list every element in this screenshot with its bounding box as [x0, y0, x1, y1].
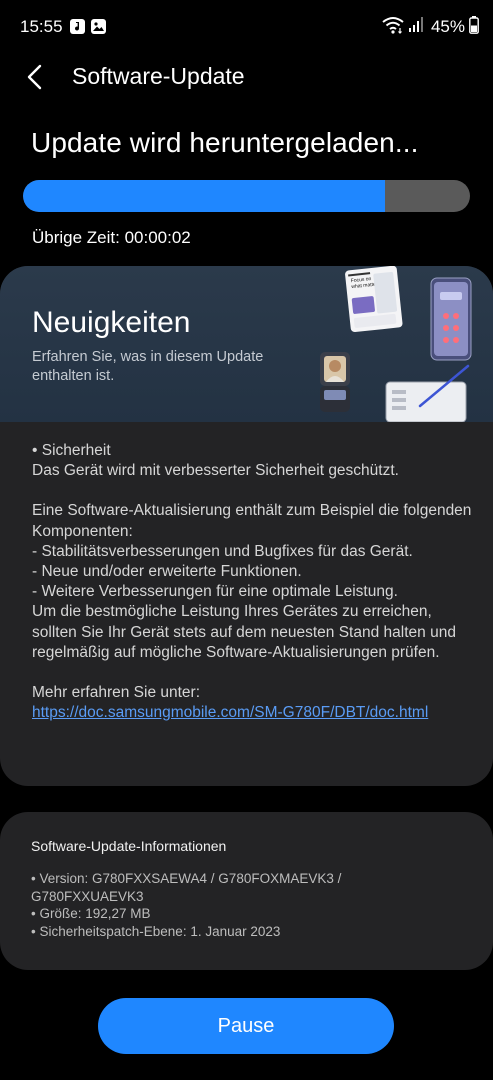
news-security-text: Das Gerät wird mit verbesserter Sicherhe… [32, 462, 399, 480]
back-button[interactable] [22, 60, 52, 94]
news-component-improvements: - Weitere Verbesserungen für eine optima… [32, 583, 398, 601]
news-subtitle: Erfahren Sie, was in diesem Update entha… [32, 349, 264, 384]
update-info-version: • Version: G780FXXSAEWA4 / G780FOXMAEVK3… [31, 871, 342, 904]
news-recommendation: Um die bestmögliche Leistung Ihres Gerät… [32, 603, 456, 661]
back-arrow-icon[interactable] [22, 60, 52, 94]
download-progress-fill [23, 180, 386, 212]
news-component-features: - Neue und/oder erweiterte Funktionen. [32, 563, 302, 581]
status-time: 15:55 [20, 17, 63, 36]
news-documentation-link[interactable]: https://doc.samsungmobile.com/SM-G780F/D… [32, 704, 428, 721]
news-banner: Neuigkeiten Erfahren Sie, was in diesem … [0, 266, 493, 422]
music-notification-icon [70, 19, 85, 34]
news-component-stability: - Stabilitätsverbesserungen und Bugfixes… [32, 542, 413, 560]
news-card: Neuigkeiten Erfahren Sie, was in diesem … [0, 266, 493, 786]
status-bar: 15:55 45% [0, 0, 493, 56]
battery-percentage: 45% [430, 17, 465, 36]
download-progress-bar [23, 180, 470, 212]
news-security-heading: • Sicherheit [32, 442, 111, 459]
wifi-icon [381, 15, 405, 40]
signal-icon [408, 16, 423, 38]
news-body: • Sicherheit Das Gerät wird mit verbesse… [32, 441, 472, 723]
page-title: Software-Update [72, 63, 245, 89]
news-more-info: Mehr erfahren Sie unter: [32, 684, 201, 702]
devices-illustration: Focus on what matters [320, 266, 472, 422]
remaining-time: Übrige Zeit: 00:00:02 [32, 228, 191, 247]
news-components-intro: Eine Software-Aktualisierung enthält zum… [32, 502, 472, 540]
download-status-title: Update wird heruntergeladen... [31, 127, 419, 158]
update-info-title: Software-Update-Informationen [31, 838, 227, 854]
update-info-size: • Größe: 192,27 MB [31, 906, 151, 921]
update-info-card: Software-Update-Informationen • Version:… [0, 812, 493, 970]
news-paragraph-gap [32, 481, 472, 501]
news-paragraph-gap-2 [32, 663, 472, 683]
image-notification-icon [91, 19, 106, 34]
battery-icon [469, 15, 479, 39]
news-title: Neuigkeiten [32, 306, 191, 339]
update-info-list: • Version: G780FXXSAEWA4 / G780FOXMAEVK3… [31, 870, 451, 940]
pause-button[interactable]: Pause [98, 998, 394, 1054]
status-indicators: 45% [381, 15, 479, 40]
update-info-security-patch: • Sicherheitspatch-Ebene: 1. Januar 2023 [31, 923, 281, 939]
